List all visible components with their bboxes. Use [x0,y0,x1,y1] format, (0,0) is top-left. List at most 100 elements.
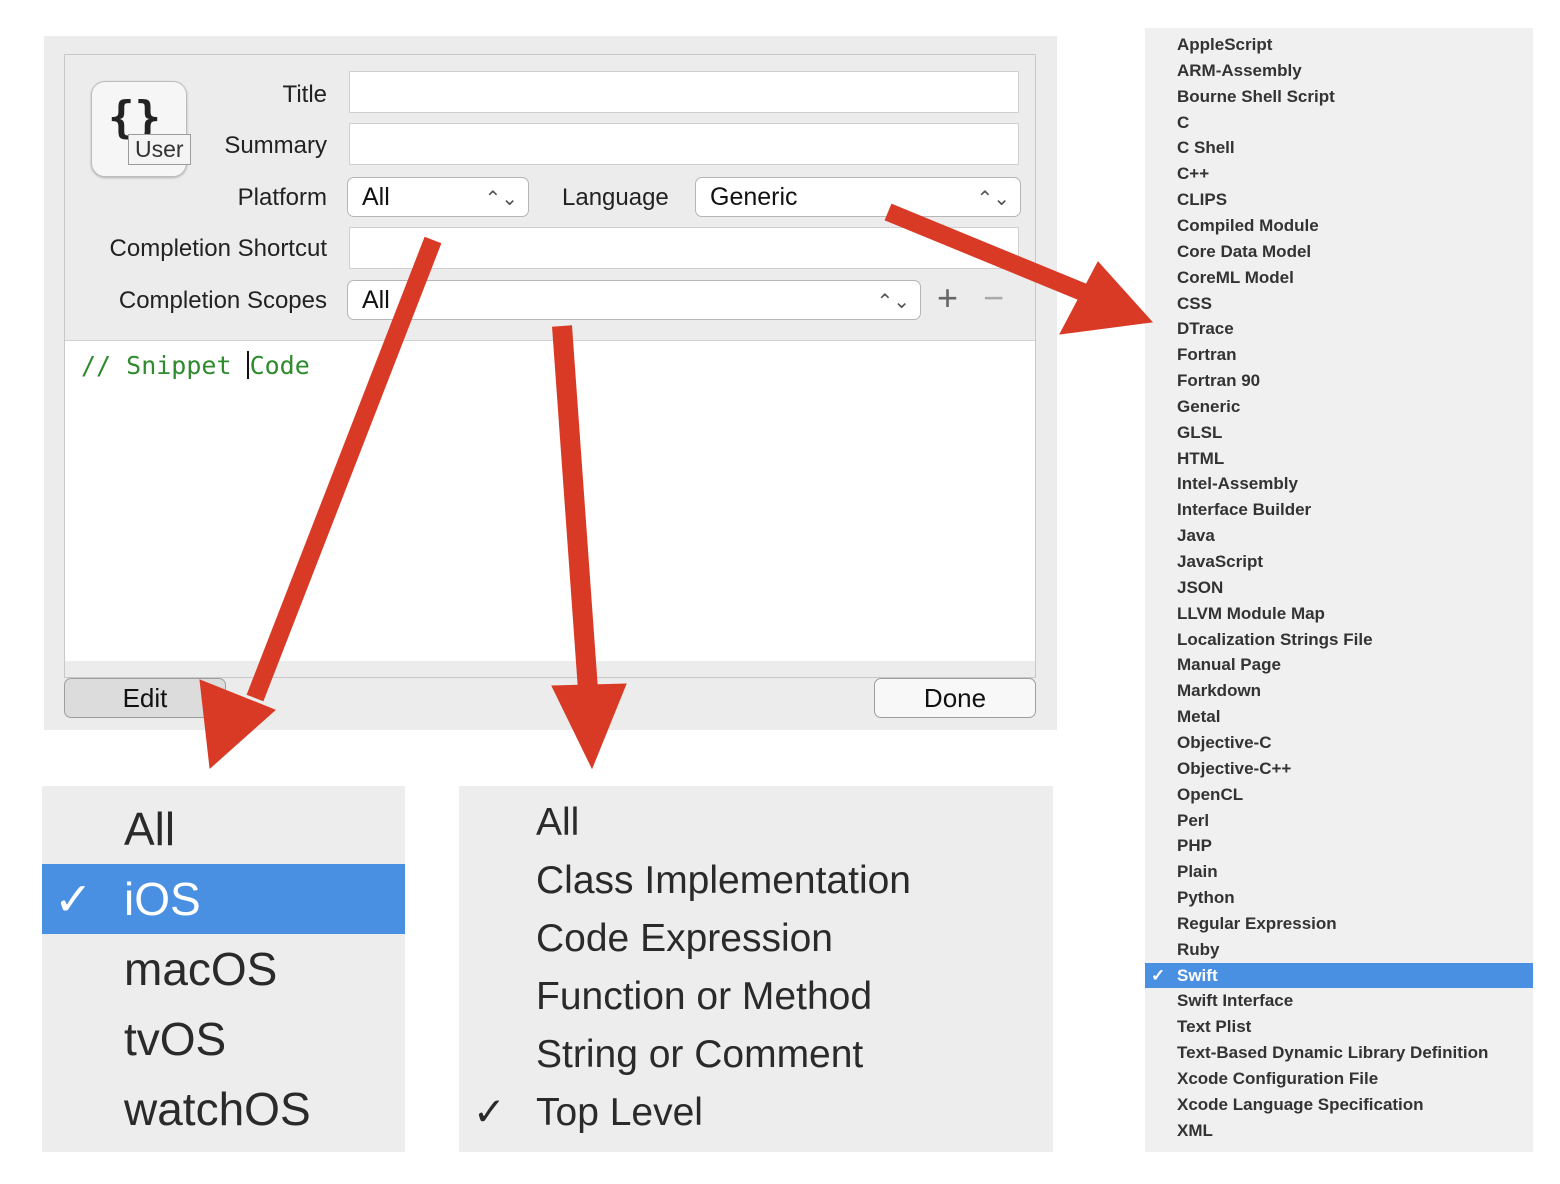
scope-menu-item[interactable]: String or Comment [459,1026,1053,1084]
code-editor[interactable]: // Snippet Code [65,340,1035,661]
scope-menu-item[interactable]: Function or Method [459,968,1053,1026]
language-menu-item-label: GLSL [1177,422,1223,442]
language-menu: AppleScript ARM-Assembly Bourne Shell Scri… [1145,28,1533,1152]
language-menu-item[interactable]: Generic [1145,394,1533,420]
language-menu-item[interactable]: CoreML Model [1145,265,1533,291]
language-menu-item[interactable]: C Shell [1145,135,1533,161]
language-menu-item[interactable]: Perl [1145,808,1533,834]
language-menu-item[interactable]: Text Plist [1145,1014,1533,1040]
platform-menu: All ✓ iOS macOS tvOS watchOS [42,786,405,1152]
snippet-editor-panel: {} User Title Summary Platform All ⌃⌄ La… [44,36,1057,730]
language-menu-item-label: Xcode Configuration File [1177,1069,1379,1088]
updown-chevron-icon: ⌃⌄ [876,291,910,313]
title-field[interactable] [349,71,1019,113]
language-menu-item-label: Perl [1177,810,1210,830]
platform-menu-item[interactable]: tvOS [42,1004,405,1074]
language-menu-item[interactable]: C++ [1145,161,1533,187]
completion-scopes-popup[interactable]: All ⌃⌄ [347,280,921,320]
language-menu-item-label: C++ [1177,164,1210,184]
language-menu-item-label: AppleScript [1177,35,1273,54]
language-menu-item[interactable]: Markdown [1145,678,1533,704]
language-menu-item[interactable]: Fortran 90 [1145,368,1533,394]
code-line: // Snippet Code [81,351,310,380]
language-menu-item-label: DTrace [1177,319,1234,339]
language-menu-item-label: Python [1177,888,1235,908]
language-menu-item-label: Markdown [1177,681,1262,701]
language-menu-item[interactable]: Text-Based Dynamic Library Definition [1145,1040,1533,1066]
language-menu-item[interactable]: Compiled Module [1145,213,1533,239]
language-menu-item-label: HTML [1177,448,1225,468]
platform-menu-item-label: tvOS [124,1013,227,1065]
language-label: Language [562,184,669,211]
completion-shortcut-field[interactable] [349,227,1019,269]
language-menu-item[interactable]: Metal [1145,704,1533,730]
platform-menu-item-label: All [124,803,176,855]
language-menu-item[interactable]: Interface Builder [1145,497,1533,523]
language-menu-item-label: Core Data Model [1177,241,1312,261]
platform-menu-item[interactable]: ✓ iOS [42,864,405,934]
edit-button[interactable]: Edit [64,678,226,718]
code-text-before-caret: // Snippet [81,351,247,380]
checkmark-icon: ✓ [1151,965,1166,985]
language-menu-item[interactable]: ✓ Swift [1145,962,1533,989]
scope-menu-item[interactable]: ✓ Top Level [459,1084,1053,1142]
language-menu-item[interactable]: LLVM Module Map [1145,601,1533,627]
remove-scope-button[interactable]: − [983,277,1004,319]
platform-menu-item[interactable]: macOS [42,934,405,1004]
language-menu-item[interactable]: HTML [1145,446,1533,472]
language-menu-item[interactable]: Manual Page [1145,652,1533,678]
language-menu-item[interactable]: Xcode Configuration File [1145,1066,1533,1092]
language-menu-item-label: LLVM Module Map [1177,603,1325,623]
language-menu-item[interactable]: Ruby [1145,937,1533,963]
language-menu-item[interactable]: Swift Interface [1145,988,1533,1014]
updown-chevron-icon: ⌃⌄ [976,188,1010,210]
language-menu-item-label: Xcode Language Specification [1177,1094,1424,1114]
language-menu-item[interactable]: OpenCL [1145,782,1533,808]
language-menu-item[interactable]: Objective-C [1145,730,1533,756]
scope-menu-item[interactable]: Code Expression [459,910,1053,968]
language-menu-item[interactable]: CLIPS [1145,187,1533,213]
scopes-value: All [362,286,390,314]
language-menu-item[interactable]: Java [1145,523,1533,549]
language-menu-item[interactable]: JSON [1145,575,1533,601]
language-menu-item[interactable]: Fortran [1145,342,1533,368]
language-menu-item[interactable]: PHP [1145,833,1533,859]
language-menu-item[interactable]: Python [1145,885,1533,911]
language-menu-item[interactable]: XML [1145,1118,1533,1144]
language-menu-item-label: JavaScript [1177,552,1263,571]
language-menu-item[interactable]: GLSL [1145,420,1533,446]
language-menu-item[interactable]: DTrace [1145,316,1533,342]
platform-menu-item[interactable]: All [42,794,405,864]
language-menu-item[interactable]: JavaScript [1145,549,1533,575]
language-menu-item-label: Swift [1177,965,1218,985]
language-popup[interactable]: Generic ⌃⌄ [695,177,1021,217]
scope-menu-item[interactable]: All [459,794,1053,852]
language-menu-item[interactable]: ARM-Assembly [1145,58,1533,84]
language-menu-item-label: C Shell [1177,138,1235,158]
language-menu-item-label: Objective-C++ [1177,758,1292,778]
language-menu-item[interactable]: Localization Strings File [1145,627,1533,653]
language-menu-item[interactable]: Objective-C++ [1145,756,1533,782]
language-menu-item[interactable]: Intel-Assembly [1145,471,1533,497]
summary-field[interactable] [349,123,1019,165]
language-menu-item[interactable]: AppleScript [1145,32,1533,58]
language-menu-item-label: CoreML Model [1177,267,1294,287]
platform-popup[interactable]: All ⌃⌄ [347,177,529,217]
language-menu-item-label: Manual Page [1177,655,1281,675]
language-menu-item-label: OpenCL [1177,784,1244,804]
language-menu-item[interactable]: Regular Expression [1145,911,1533,937]
language-menu-item[interactable]: Xcode Language Specification [1145,1092,1533,1118]
scope-menu-item-label: Top Level [536,1091,703,1134]
completion-scope-menu: All Class Implementation Code Expression Fu… [459,786,1053,1152]
language-menu-item[interactable]: C [1145,110,1533,136]
platform-menu-item[interactable]: watchOS [42,1074,405,1144]
scope-menu-item[interactable]: Class Implementation [459,852,1053,910]
user-badge: User [128,134,191,165]
done-button[interactable]: Done [874,678,1036,718]
language-menu-item[interactable]: Bourne Shell Script [1145,84,1533,110]
language-menu-item[interactable]: Plain [1145,859,1533,885]
code-text-after-caret: Code [249,351,310,380]
add-scope-button[interactable]: + [937,277,958,319]
language-menu-item[interactable]: CSS [1145,291,1533,317]
language-menu-item[interactable]: Core Data Model [1145,239,1533,265]
